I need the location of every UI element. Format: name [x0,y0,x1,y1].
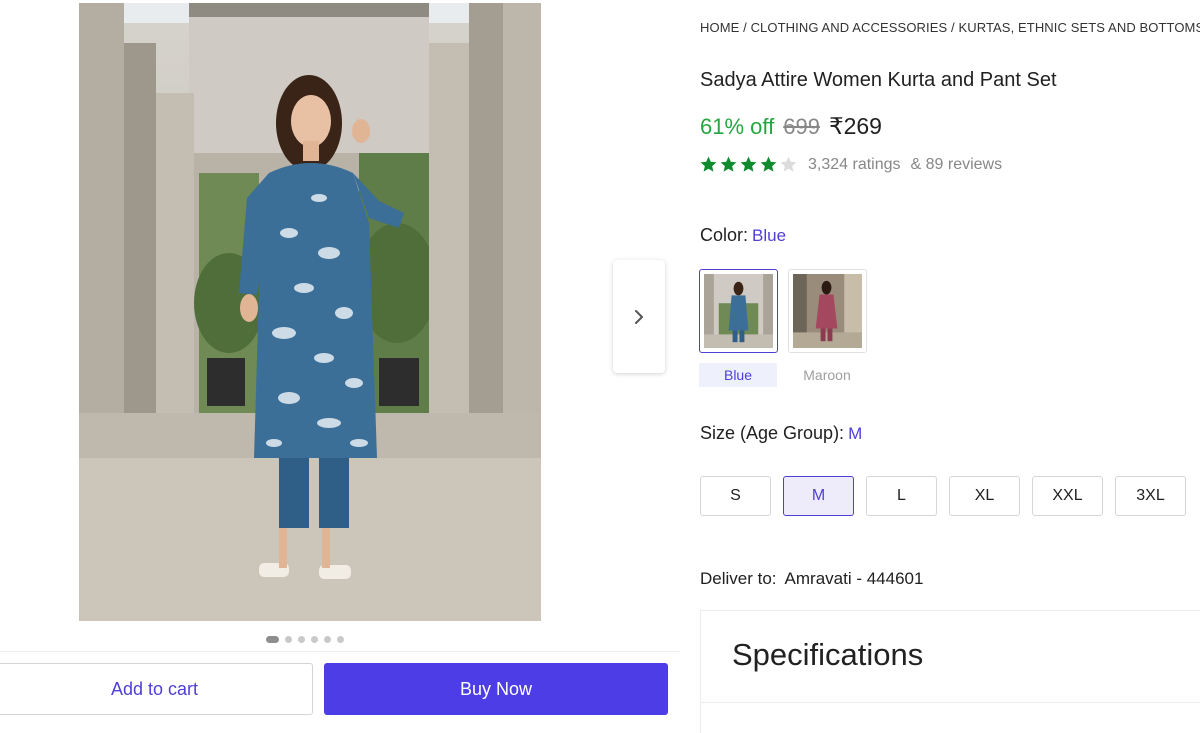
product-image[interactable] [79,3,541,621]
size-option-xxl[interactable]: XXL [1032,476,1103,516]
selected-color: Blue [752,226,787,245]
star-rating [699,155,798,174]
star-filled-icon [740,156,757,172]
star-empty-icon [780,156,797,172]
size-option-3xl[interactable]: 3XL [1115,476,1186,516]
breadcrumb-separator: / [951,20,955,35]
size-option-s[interactable]: S [700,476,771,516]
carousel-dot[interactable] [324,635,331,643]
carousel-dot[interactable] [285,635,292,643]
breadcrumb: HOME / CLOTHING AND ACCESSORIES / KURTAS… [700,20,1200,35]
carousel-dot[interactable] [266,635,279,643]
color-swatch-blue[interactable] [699,269,778,353]
discount-label: 61% off [700,114,775,139]
color-label: Color: [700,225,749,245]
add-to-cart-button[interactable]: Add to cart [0,663,313,715]
carousel-dot[interactable] [337,635,344,643]
rating-summary[interactable]: 3,324 ratings & 89 reviews [699,155,1002,174]
carousel-dot[interactable] [311,635,318,643]
size-option-l[interactable]: L [866,476,937,516]
star-filled-icon [700,156,717,172]
specifications-title[interactable]: Specifications [732,637,923,673]
color-option-label[interactable]: Blue [699,363,777,387]
size-heading: Size (Age Group): M [700,423,862,444]
breadcrumb-kurtas[interactable]: KURTAS, ETHNIC SETS AND BOTTOMS [958,20,1200,35]
ratings-count: 3,324 ratings [808,155,901,173]
size-option-m[interactable]: M [783,476,854,516]
breadcrumb-clothing[interactable]: CLOTHING AND ACCESSORIES [751,20,948,35]
original-price: 699 [783,114,820,139]
price-row: 61% off 699 ₹269 [700,113,882,140]
next-image-button[interactable] [613,260,665,373]
color-heading: Color: Blue [700,225,786,246]
star-filled-icon [760,156,777,172]
size-options: S M L XL XXL 3XL [700,476,1186,516]
breadcrumb-separator: / [743,20,747,35]
reviews-count: & 89 reviews [910,155,1003,173]
buy-now-button[interactable]: Buy Now [324,663,668,715]
delivery-location[interactable]: Deliver to: Amravati - 444601 [700,569,923,589]
selling-price: ₹269 [828,113,882,139]
divider [700,702,1200,703]
color-swatch-maroon[interactable] [788,269,867,353]
deliver-to-label: Deliver to: [700,569,777,588]
delivery-pincode: Amravati - 444601 [784,569,924,588]
size-option-xl[interactable]: XL [949,476,1020,516]
size-label: Size (Age Group): [700,423,845,443]
carousel-dot[interactable] [298,635,305,643]
image-carousel-dots [266,635,344,643]
breadcrumb-home[interactable]: HOME [700,20,739,35]
star-filled-icon [720,156,737,172]
selected-size: M [848,424,863,443]
product-title: Sadya Attire Women Kurta and Pant Set [700,69,1057,91]
chevron-right-icon [635,309,643,324]
color-option-label[interactable]: Maroon [788,363,866,387]
